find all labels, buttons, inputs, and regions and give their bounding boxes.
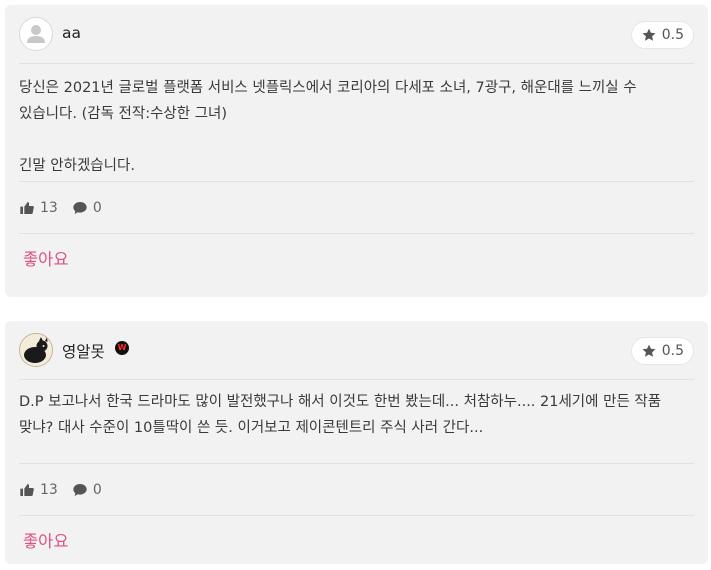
username[interactable]: aa	[62, 24, 81, 42]
like-count: 13	[19, 482, 58, 498]
like-count: 13	[19, 200, 58, 216]
username[interactable]: 영알못	[62, 340, 105, 362]
like-row: 좋아요	[19, 234, 694, 282]
review-card: 영알못 W 0.5 D.P 보고나서 한국 드라마도 많이 발전했구나 해서 이…	[5, 321, 708, 564]
rating-value: 0.5	[661, 343, 684, 359]
star-icon	[642, 28, 656, 41]
review-header: 영알못 W 0.5	[19, 321, 694, 379]
review-stats: 13 0	[19, 464, 694, 515]
like-button[interactable]: 좋아요	[19, 246, 69, 270]
review-stats: 13 0	[19, 182, 694, 233]
like-count-value: 13	[40, 481, 58, 498]
review-text: D.P 보고나서 한국 드라마도 많이 발전했구나 해서 이것도 한번 봤는데.…	[19, 394, 662, 436]
like-button[interactable]: 좋아요	[19, 528, 69, 552]
rating-value: 0.5	[661, 27, 684, 43]
profile-photo-icon	[20, 334, 52, 366]
verified-badge-icon: W	[115, 341, 129, 355]
like-row: 좋아요	[19, 516, 694, 564]
review-card: aa 0.5 당신은 2021년 글로벌 플랫폼 서비스 넷플릭스에서 코리아의…	[5, 5, 708, 297]
comment-count: 0	[72, 200, 102, 216]
user-icon	[27, 25, 45, 43]
rating-badge: 0.5	[630, 337, 694, 365]
review-text: 당신은 2021년 글로벌 플랫폼 서비스 넷플릭스에서 코리아의 다세포 소녀…	[19, 80, 637, 174]
rating-badge: 0.5	[630, 21, 694, 49]
comment-count-value: 0	[92, 199, 102, 216]
comment-icon	[73, 201, 87, 214]
avatar[interactable]	[19, 17, 53, 51]
comment-count: 0	[72, 482, 102, 498]
like-count-value: 13	[40, 199, 58, 216]
comment-count-value: 0	[92, 481, 102, 498]
comment-icon	[73, 483, 87, 496]
thumbs-up-icon	[20, 483, 34, 496]
star-icon	[642, 344, 656, 357]
review-header: aa 0.5	[19, 5, 694, 63]
thumbs-up-icon	[20, 201, 34, 214]
avatar[interactable]	[19, 333, 53, 367]
